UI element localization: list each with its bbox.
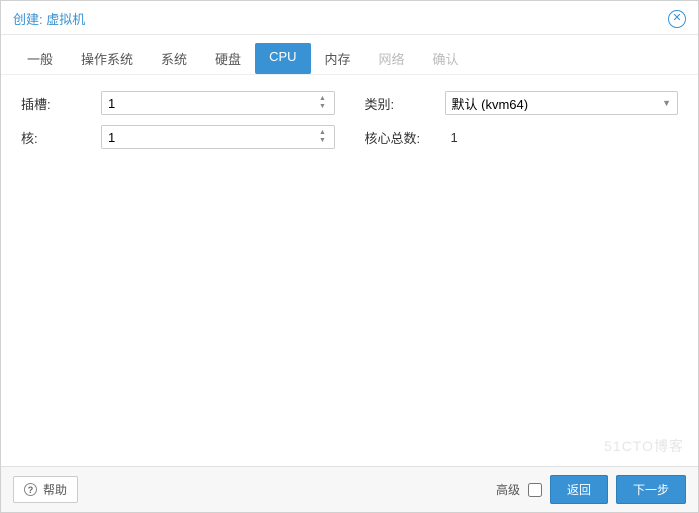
tab-network: 网络	[365, 43, 419, 74]
type-select[interactable]: ▼	[445, 91, 679, 115]
chevron-up-icon[interactable]: ▲	[316, 95, 330, 103]
tab-memory[interactable]: 内存	[311, 43, 365, 74]
chevron-down-icon[interactable]: ▼	[316, 103, 330, 111]
close-icon: ✕	[672, 13, 681, 24]
advanced-label: 高级	[496, 481, 520, 498]
cores-input[interactable]: ▲ ▼	[101, 125, 335, 149]
total-value: 1	[445, 130, 679, 145]
total-label: 核心总数:	[365, 128, 445, 147]
cores-label: 核:	[21, 128, 101, 147]
footer-right: 高级 返回 下一步	[496, 475, 686, 504]
chevron-down-icon[interactable]: ▼	[316, 137, 330, 145]
sockets-label: 插槽:	[21, 94, 101, 113]
cpu-form: 插槽: ▲ ▼ 类别: ▼ 核:	[21, 91, 678, 149]
wizard-tabs: 一般 操作系统 系统 硬盘 CPU 内存 网络 确认	[1, 35, 698, 75]
chevron-up-icon[interactable]: ▲	[316, 129, 330, 137]
help-icon: ?	[24, 483, 37, 496]
next-button[interactable]: 下一步	[616, 475, 686, 504]
dialog-header: 创建: 虚拟机 ✕	[1, 1, 698, 35]
back-button[interactable]: 返回	[550, 475, 608, 504]
tab-system[interactable]: 系统	[147, 43, 201, 74]
tab-general[interactable]: 一般	[13, 43, 67, 74]
type-row: 类别: ▼	[365, 91, 679, 115]
tab-disk[interactable]: 硬盘	[201, 43, 255, 74]
help-button[interactable]: ? 帮助	[13, 476, 78, 503]
sockets-spinner-arrows[interactable]: ▲ ▼	[316, 92, 330, 114]
tab-os[interactable]: 操作系统	[67, 43, 147, 74]
help-label: 帮助	[43, 481, 67, 498]
create-vm-dialog: 创建: 虚拟机 ✕ 一般 操作系统 系统 硬盘 CPU 内存 网络 确认 插槽:…	[0, 0, 699, 513]
sockets-input[interactable]: ▲ ▼	[101, 91, 335, 115]
total-row: 核心总数: 1	[365, 125, 679, 149]
dialog-footer: ? 帮助 高级 返回 下一步	[1, 466, 698, 512]
cores-row: 核: ▲ ▼	[21, 125, 335, 149]
sockets-field[interactable]	[108, 96, 328, 111]
tab-confirm: 确认	[419, 43, 473, 74]
type-label: 类别:	[365, 94, 445, 113]
dialog-body: 插槽: ▲ ▼ 类别: ▼ 核:	[1, 75, 698, 466]
close-button[interactable]: ✕	[668, 10, 686, 28]
chevron-down-icon[interactable]: ▼	[662, 98, 671, 108]
tab-cpu[interactable]: CPU	[255, 43, 310, 74]
type-field[interactable]	[452, 96, 672, 111]
advanced-checkbox[interactable]	[528, 483, 542, 497]
cores-spinner-arrows[interactable]: ▲ ▼	[316, 126, 330, 148]
sockets-row: 插槽: ▲ ▼	[21, 91, 335, 115]
cores-field[interactable]	[108, 130, 328, 145]
watermark-text: 51CTO博客	[604, 436, 684, 456]
dialog-title: 创建: 虚拟机	[13, 9, 85, 28]
